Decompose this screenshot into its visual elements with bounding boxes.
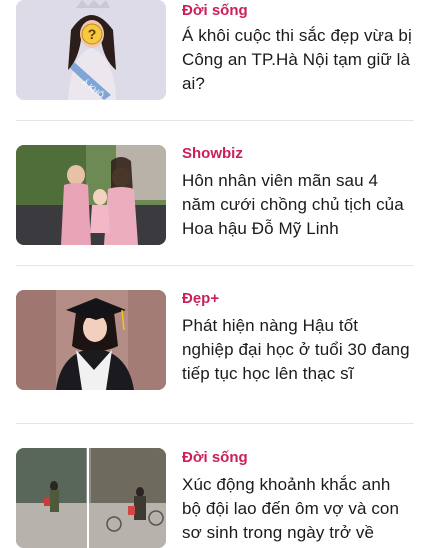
divider	[16, 120, 414, 121]
family-photo-image	[16, 145, 166, 245]
article-category[interactable]: Đời sống	[182, 2, 414, 20]
article-category[interactable]: Đời sống	[182, 449, 414, 467]
article-card[interactable]: Đẹp+ Phát hiện nàng Hậu tốt nghiệp đại h…	[16, 290, 414, 390]
article-meta: Showbiz Hôn nhân viên mãn sau 4 năm cưới…	[182, 145, 414, 241]
article-title[interactable]: Phát hiện nàng Hậu tốt nghiệp đại học ở …	[182, 314, 414, 386]
article-title[interactable]: Á khôi cuộc thi sắc đẹp vừa bị Công an T…	[182, 24, 414, 96]
divider	[16, 265, 414, 266]
article-meta: Đẹp+ Phát hiện nàng Hậu tốt nghiệp đại h…	[182, 290, 414, 386]
beauty-queen-image: Á KHÔ ?	[16, 0, 166, 100]
article-category[interactable]: Showbiz	[182, 145, 414, 163]
soldier-reunion-image	[16, 448, 166, 548]
article-title[interactable]: Xúc động khoảnh khắc anh bộ đội lao đến …	[182, 473, 414, 545]
svg-text:?: ?	[88, 26, 97, 42]
article-card[interactable]: Á KHÔ ? Đời sống Á khôi cuộc thi sắc đẹp…	[16, 0, 414, 100]
article-thumbnail[interactable]: Á KHÔ ?	[16, 0, 166, 100]
article-thumbnail[interactable]	[16, 290, 166, 390]
divider	[16, 423, 414, 424]
article-thumbnail[interactable]	[16, 145, 166, 245]
article-meta: Đời sống Xúc động khoảnh khắc anh bộ đội…	[182, 448, 414, 545]
article-card[interactable]: Đời sống Xúc động khoảnh khắc anh bộ đội…	[16, 448, 414, 548]
article-thumbnail[interactable]	[16, 448, 166, 548]
graduate-image	[16, 290, 166, 390]
news-feed: Á KHÔ ? Đời sống Á khôi cuộc thi sắc đẹp…	[0, 0, 430, 548]
article-card[interactable]: Showbiz Hôn nhân viên mãn sau 4 năm cưới…	[16, 145, 414, 245]
article-category[interactable]: Đẹp+	[182, 290, 414, 308]
article-title[interactable]: Hôn nhân viên mãn sau 4 năm cưới chồng c…	[182, 169, 414, 241]
article-meta: Đời sống Á khôi cuộc thi sắc đẹp vừa bị …	[182, 0, 414, 96]
